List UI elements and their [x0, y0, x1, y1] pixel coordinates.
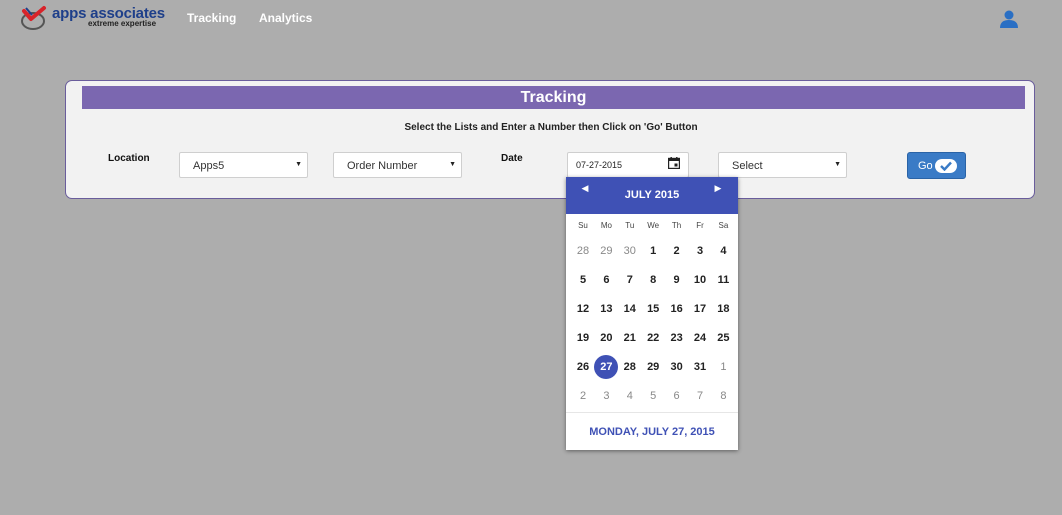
calendar-day[interactable]: 7 — [618, 268, 642, 292]
logo-icon — [21, 6, 46, 30]
calendar-day[interactable]: 30 — [665, 355, 689, 379]
calendar-day[interactable]: 29 — [641, 355, 665, 379]
calendar-day[interactable]: 17 — [688, 297, 712, 321]
location-label: Location — [108, 153, 150, 164]
calendar-day[interactable]: 4 — [711, 239, 735, 263]
date-input[interactable]: 07-27-2015 — [567, 152, 689, 178]
brand-tagline: extreme expertise — [88, 19, 157, 28]
calendar-day[interactable]: 1 — [711, 355, 735, 379]
next-month-icon[interactable]: ▶ — [711, 183, 725, 194]
calendar-day[interactable]: 7 — [688, 384, 712, 408]
tracking-panel: Tracking Select the Lists and Enter a Nu… — [65, 80, 1035, 199]
calendar-day[interactable]: 18 — [711, 297, 735, 321]
weekday-label: Mo — [600, 221, 612, 230]
go-button-label: Go — [918, 160, 933, 172]
calendar-day-selected[interactable]: 27 — [594, 355, 619, 379]
weekday-label: We — [647, 221, 660, 230]
logo[interactable]: apps associates extreme expertise — [20, 5, 170, 33]
weekday-header: Su Mo Tu We Th Fr Sa — [571, 221, 737, 233]
panel-title: Tracking — [82, 86, 1025, 109]
calendar-day[interactable]: 8 — [711, 384, 735, 408]
calendar-day[interactable]: 31 — [688, 355, 712, 379]
chevron-down-icon: ▼ — [834, 161, 841, 168]
calendar-day[interactable]: 12 — [571, 297, 595, 321]
divider — [566, 412, 738, 413]
calendar-day[interactable]: 30 — [618, 239, 642, 263]
date-picker-header: ◀ JULY 2015 ▶ — [566, 177, 738, 214]
calendar-day[interactable]: 2 — [571, 384, 595, 408]
calendar-day[interactable]: 3 — [594, 384, 618, 408]
chevron-down-icon: ▼ — [449, 161, 456, 168]
top-nav: apps associates extreme expertise Tracki… — [0, 0, 1062, 38]
calendar-day[interactable]: 3 — [688, 239, 712, 263]
calendar-day[interactable]: 5 — [571, 268, 595, 292]
instructions-text: Select the Lists and Enter a Number then… — [404, 122, 698, 133]
calendar-icon[interactable] — [668, 157, 680, 169]
location-select[interactable]: Apps5 ▼ — [179, 152, 308, 178]
calendar-day[interactable]: 28 — [571, 239, 595, 263]
calendar-day[interactable]: 23 — [665, 326, 689, 350]
tracking-type-value: Order Number — [347, 160, 418, 172]
go-button[interactable]: Go — [907, 152, 966, 179]
calendar-day[interactable]: 29 — [594, 239, 618, 263]
value-select[interactable]: Select ▼ — [718, 152, 847, 178]
date-picker: ◀ JULY 2015 ▶ Su Mo Tu We Th Fr Sa 28 29 30 1 2 3 4 5… — [566, 177, 738, 450]
weekday-label: Fr — [696, 221, 704, 230]
calendar-day[interactable]: 15 — [641, 297, 665, 321]
weekday-label: Th — [671, 221, 682, 230]
calendar-day[interactable]: 2 — [665, 239, 689, 263]
calendar-day[interactable]: 9 — [665, 268, 689, 292]
calendar-day[interactable]: 21 — [618, 326, 642, 350]
calendar-day[interactable]: 22 — [641, 326, 665, 350]
calendar-day[interactable]: 11 — [711, 268, 735, 292]
calendar-day[interactable]: 13 — [594, 297, 618, 321]
location-select-value: Apps5 — [193, 160, 225, 172]
check-icon — [935, 159, 957, 173]
calendar-day[interactable]: 24 — [688, 326, 712, 350]
weekday-label: Tu — [625, 221, 635, 230]
calendar-day[interactable]: 14 — [618, 297, 642, 321]
calendar-day[interactable]: 28 — [618, 355, 642, 379]
calendar-day[interactable]: 10 — [688, 268, 712, 292]
calendar-day[interactable]: 8 — [641, 268, 665, 292]
calendar-day[interactable]: 5 — [641, 384, 665, 408]
user-icon[interactable] — [999, 10, 1019, 28]
calendar-day[interactable]: 26 — [571, 355, 595, 379]
chevron-down-icon: ▼ — [295, 161, 302, 168]
nav-link-analytics[interactable]: Analytics — [259, 11, 312, 25]
calendar-day[interactable]: 6 — [594, 268, 618, 292]
weekday-label: Sa — [718, 221, 729, 230]
date-input-value: 07-27-2015 — [576, 160, 623, 170]
date-label: Date — [501, 153, 523, 164]
value-select-value: Select — [732, 160, 763, 172]
nav-link-tracking[interactable]: Tracking — [187, 11, 236, 25]
calendar-day[interactable]: 1 — [641, 239, 665, 263]
weekday-label: Su — [578, 221, 588, 230]
calendar-day[interactable]: 4 — [618, 384, 642, 408]
tracking-type-select[interactable]: Order Number ▼ — [333, 152, 462, 178]
selected-date-text: MONDAY, JULY 27, 2015 — [589, 426, 715, 438]
calendar-day[interactable]: 25 — [711, 326, 735, 350]
calendar-day[interactable]: 19 — [571, 326, 595, 350]
calendar-day[interactable]: 16 — [665, 297, 689, 321]
calendar-day[interactable]: 20 — [594, 326, 618, 350]
calendar-day[interactable]: 6 — [665, 384, 689, 408]
